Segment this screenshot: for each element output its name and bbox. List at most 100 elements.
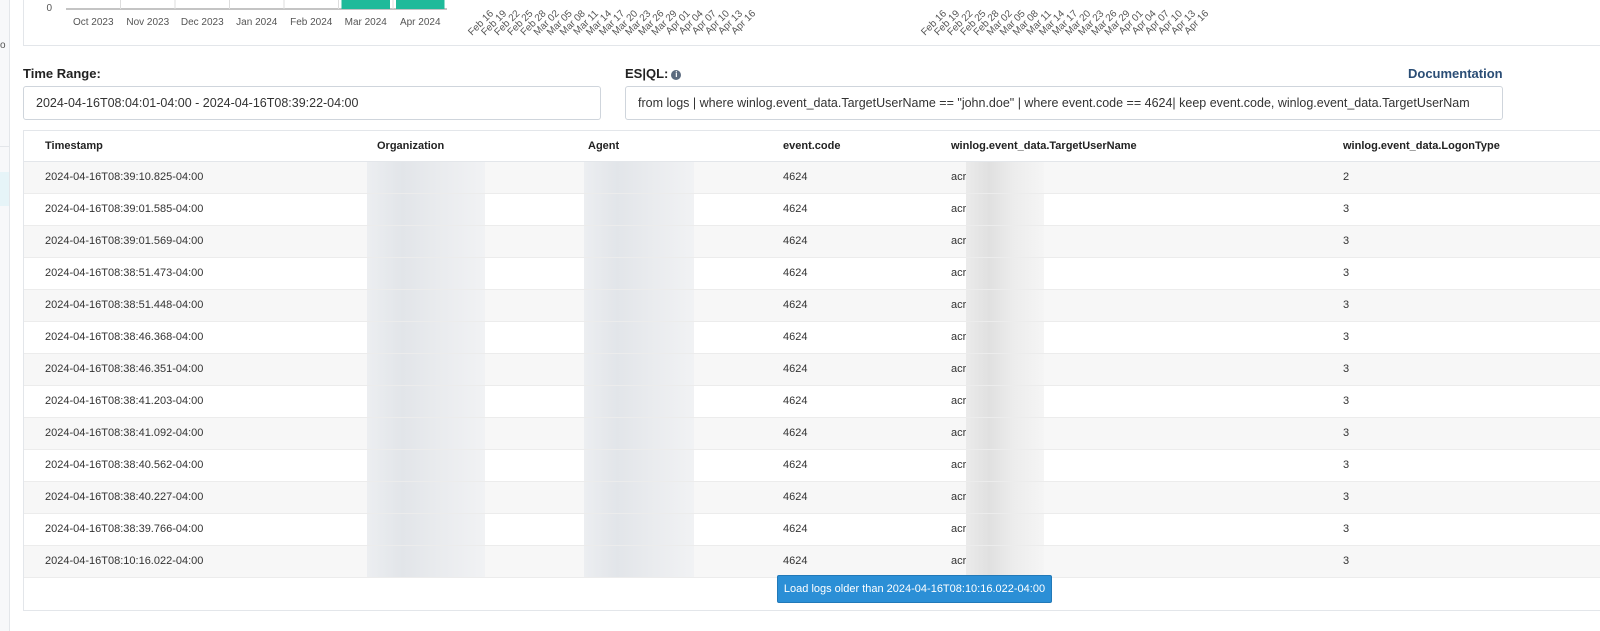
redacted-agent <box>584 449 694 480</box>
table-row[interactable]: 2024-04-16T08:38:40.227-04:00 4624 acr 3 <box>24 481 1600 514</box>
cell-logon-type: 2 <box>1322 161 1600 194</box>
column-header-agent[interactable]: Agent <box>567 131 762 162</box>
cell-timestamp: 2024-04-16T08:38:46.351-04:00 <box>24 353 356 386</box>
cell-organization <box>356 257 567 290</box>
cell-timestamp: 2024-04-16T08:38:41.092-04:00 <box>24 417 356 450</box>
cell-event-code: 4624 <box>762 545 930 578</box>
redacted-agent <box>584 385 694 416</box>
cell-timestamp: 2024-04-16T08:39:01.585-04:00 <box>24 193 356 226</box>
cell-agent <box>567 225 762 258</box>
cell-event-code: 4624 <box>762 481 930 514</box>
table-row[interactable]: 2024-04-16T08:38:51.448-04:00 4624 acr 3 <box>24 289 1600 322</box>
histogram-panel: 0 Oct 2023 Nov 2023 Dec 2023 Jan 2024 Feb 202… <box>23 0 1600 46</box>
table-row[interactable]: 2024-04-16T08:39:01.569-04:00 4624 acr 3 <box>24 225 1600 258</box>
monthly-tick-label: Feb 2024 <box>290 17 333 28</box>
cell-event-code: 4624 <box>762 225 930 258</box>
cell-event-code: 4624 <box>762 385 930 418</box>
redacted-user <box>966 353 1045 384</box>
target-user-text: acr <box>951 427 967 439</box>
column-header-event-code[interactable]: event.code <box>762 131 930 162</box>
cell-timestamp: 2024-04-16T08:38:41.203-04:00 <box>24 385 356 418</box>
monthly-tick-label: Apr 2024 <box>400 17 441 28</box>
redacted-agent <box>584 321 694 352</box>
time-range-input[interactable]: 2024-04-16T08:04:01-04:00 - 2024-04-16T0… <box>23 86 601 120</box>
target-user-text: acr <box>951 299 967 311</box>
monthly-tick-label: Dec 2023 <box>181 17 224 28</box>
table-row[interactable]: 2024-04-16T08:38:41.092-04:00 4624 acr 3 <box>24 417 1600 450</box>
redacted-organization <box>367 417 485 448</box>
table-row[interactable]: 2024-04-16T08:38:41.203-04:00 4624 acr 3 <box>24 385 1600 418</box>
cell-organization <box>356 385 567 418</box>
cell-timestamp: 2024-04-16T08:38:40.227-04:00 <box>24 481 356 514</box>
cell-target-user: acr <box>930 481 1322 514</box>
cell-agent <box>567 321 762 354</box>
table-row[interactable]: 2024-04-16T08:39:01.585-04:00 4624 acr 3 <box>24 193 1600 226</box>
results-table-panel: Timestamp Organization Agent event.code … <box>23 130 1600 611</box>
sidebar: o <box>0 0 10 631</box>
cell-logon-type: 3 <box>1322 449 1600 482</box>
documentation-link[interactable]: Documentation <box>1408 66 1503 81</box>
cell-organization <box>356 321 567 354</box>
cell-target-user: acr <box>930 449 1322 482</box>
redacted-organization <box>367 257 485 288</box>
column-header-logon-type[interactable]: winlog.event_data.LogonType <box>1322 131 1600 162</box>
redacted-agent <box>584 225 694 256</box>
redacted-user <box>966 481 1045 512</box>
target-user-text: acr <box>951 171 967 183</box>
redacted-agent <box>584 545 694 576</box>
cell-agent <box>567 481 762 514</box>
cell-agent <box>567 545 762 578</box>
column-header-organization[interactable]: Organization <box>356 131 567 162</box>
cell-organization <box>356 225 567 258</box>
cell-organization <box>356 161 567 194</box>
cell-logon-type: 3 <box>1322 513 1600 546</box>
redacted-organization <box>367 385 485 416</box>
redacted-agent <box>584 481 694 512</box>
redacted-user <box>966 449 1045 480</box>
sidebar-divider <box>0 146 9 147</box>
redacted-organization <box>367 449 485 480</box>
cell-agent <box>567 193 762 226</box>
table-header-row: Timestamp Organization Agent event.code … <box>24 131 1600 162</box>
redacted-user <box>966 321 1045 352</box>
redacted-organization <box>367 161 485 192</box>
table-row[interactable]: 2024-04-16T08:10:16.022-04:00 4624 acr 3 <box>24 545 1600 578</box>
cell-logon-type: 3 <box>1322 481 1600 514</box>
cell-organization <box>356 193 567 226</box>
column-header-target-user[interactable]: winlog.event_data.TargetUserName <box>930 131 1322 162</box>
esql-query-input[interactable]: from logs | where winlog.event_data.Targ… <box>625 86 1503 120</box>
target-user-text: acr <box>951 555 967 567</box>
target-user-text: acr <box>951 395 967 407</box>
cell-logon-type: 3 <box>1322 225 1600 258</box>
cell-event-code: 4624 <box>762 417 930 450</box>
cell-logon-type: 3 <box>1322 289 1600 322</box>
cell-event-code: 4624 <box>762 289 930 322</box>
table-row[interactable]: 2024-04-16T08:38:46.368-04:00 4624 acr 3 <box>24 321 1600 354</box>
table-row[interactable]: 2024-04-16T08:38:39.766-04:00 4624 acr 3 <box>24 513 1600 546</box>
redacted-organization <box>367 225 485 256</box>
cell-logon-type: 3 <box>1322 353 1600 386</box>
redacted-agent <box>584 257 694 288</box>
cell-logon-type: 3 <box>1322 193 1600 226</box>
cell-organization <box>356 417 567 450</box>
redacted-organization <box>367 321 485 352</box>
table-row[interactable]: 2024-04-16T08:38:51.473-04:00 4624 acr 3 <box>24 257 1600 290</box>
info-icon[interactable]: i <box>671 70 682 80</box>
table-row[interactable]: 2024-04-16T08:38:40.562-04:00 4624 acr 3 <box>24 449 1600 482</box>
cell-agent <box>567 353 762 386</box>
column-header-timestamp[interactable]: Timestamp <box>24 131 356 162</box>
table-row[interactable]: 2024-04-16T08:38:46.351-04:00 4624 acr 3 <box>24 353 1600 386</box>
cell-timestamp: 2024-04-16T08:38:40.562-04:00 <box>24 449 356 482</box>
cell-target-user: acr <box>930 545 1322 578</box>
cell-logon-type: 3 <box>1322 417 1600 450</box>
redacted-user <box>966 161 1045 192</box>
sidebar-active-item[interactable] <box>0 172 9 206</box>
redacted-agent <box>584 513 694 544</box>
y-axis-zero-label: 0 <box>46 3 52 14</box>
load-older-logs-button[interactable]: Load logs older than 2024-04-16T08:10:16… <box>777 575 1052 603</box>
histogram-chart: 0 Oct 2023 Nov 2023 Dec 2023 Jan 2024 Feb 202… <box>46 0 1211 38</box>
redacted-organization <box>367 545 485 576</box>
cell-event-code: 4624 <box>762 513 930 546</box>
redacted-user <box>966 257 1045 288</box>
table-row[interactable]: 2024-04-16T08:39:10.825-04:00 4624 acr 2 <box>24 161 1600 194</box>
